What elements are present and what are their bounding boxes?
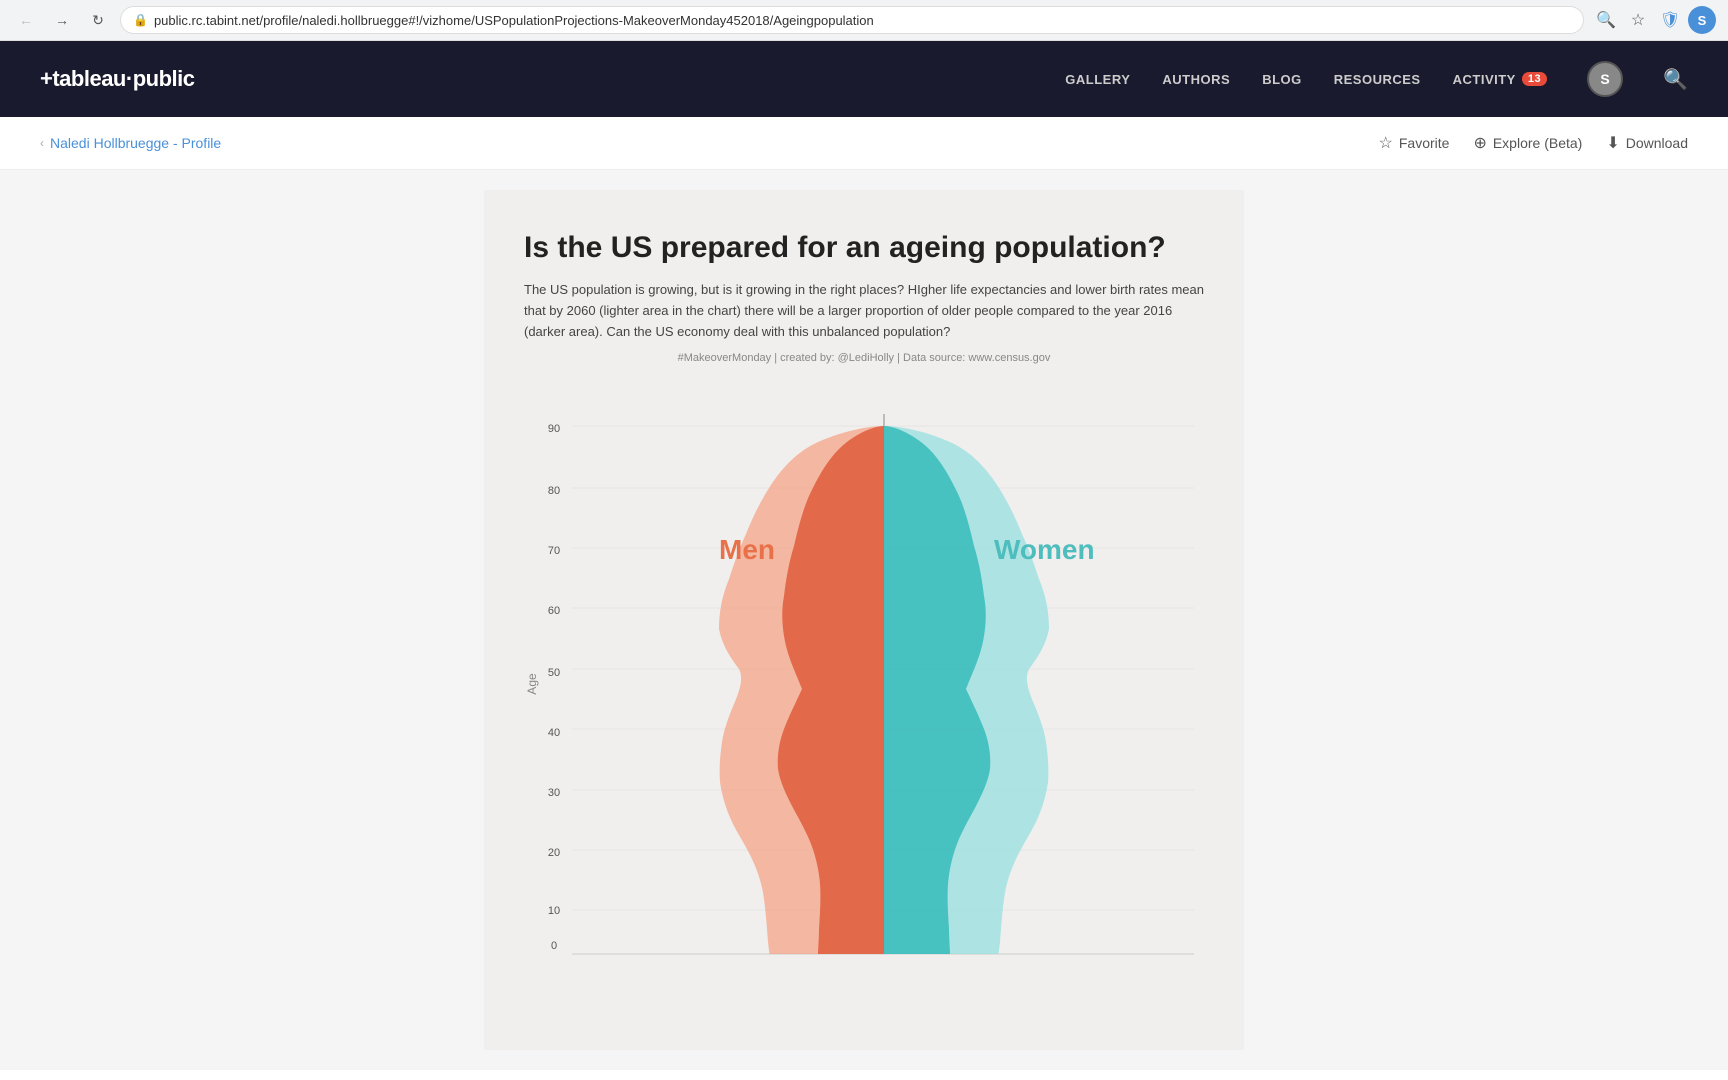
chart-area: 90 80 70 60 50 40 30 20 10 0 Age: [524, 384, 1224, 964]
logo-text: +tableau·public: [40, 66, 194, 92]
browser-toolbar: ← → ↻ 🔒 public.rc.tabint.net/profile/nal…: [0, 0, 1728, 40]
breadcrumb: ‹ Naledi Hollbruegge - Profile: [40, 135, 221, 151]
tableau-logo[interactable]: +tableau·public: [40, 66, 194, 92]
explore-label: Explore (Beta): [1493, 135, 1582, 151]
age-tick-70: 70: [548, 545, 560, 557]
age-tick-30: 30: [548, 787, 560, 799]
population-pyramid-chart: 90 80 70 60 50 40 30 20 10 0 Age: [524, 384, 1224, 964]
viz-container: Is the US prepared for an ageing populat…: [484, 190, 1244, 1050]
star-icon: ☆: [1379, 133, 1393, 153]
search-browser-button[interactable]: 🔍: [1592, 6, 1620, 34]
activity-badge: 13: [1522, 72, 1547, 86]
viz-title: Is the US prepared for an ageing populat…: [524, 230, 1204, 266]
nav-activity[interactable]: ACTIVITY 13: [1453, 72, 1547, 87]
explore-button[interactable]: ⊕ Explore (Beta): [1473, 133, 1582, 153]
download-button[interactable]: ⬇ Download: [1606, 133, 1688, 153]
reload-button[interactable]: ↻: [84, 6, 112, 34]
age-tick-20: 20: [548, 847, 560, 859]
activity-label: ACTIVITY: [1453, 72, 1516, 87]
breadcrumb-link[interactable]: Naledi Hollbruegge - Profile: [50, 135, 221, 151]
women-label: Women: [994, 534, 1095, 565]
age-tick-40: 40: [548, 727, 560, 739]
main-content: Is the US prepared for an ageing populat…: [0, 170, 1728, 1070]
age-tick-60: 60: [548, 605, 560, 617]
bookmark-button[interactable]: ☆: [1624, 6, 1652, 34]
main-nav: GALLERY AUTHORS BLOG RESOURCES ACTIVITY …: [1065, 61, 1688, 97]
favorite-button[interactable]: ☆ Favorite: [1379, 133, 1450, 153]
breadcrumb-chevron-icon: ‹: [40, 136, 44, 150]
shield-icon[interactable]: 🛡: [1656, 6, 1684, 34]
sub-header-actions: ☆ Favorite ⊕ Explore (Beta) ⬇ Download: [1379, 133, 1688, 153]
download-icon: ⬇: [1606, 133, 1619, 153]
browser-chrome: ← → ↻ 🔒 public.rc.tabint.net/profile/nal…: [0, 0, 1728, 41]
viz-description: The US population is growing, but is it …: [524, 280, 1204, 342]
profile-browser-button[interactable]: S: [1688, 6, 1716, 34]
lock-icon: 🔒: [133, 13, 148, 27]
back-button[interactable]: ←: [12, 6, 40, 34]
browser-toolbar-icons: 🔍 ☆ 🛡 S: [1592, 6, 1716, 34]
tableau-header: +tableau·public GALLERY AUTHORS BLOG RES…: [0, 41, 1728, 117]
age-tick-90: 90: [548, 423, 560, 435]
forward-button[interactable]: →: [48, 6, 76, 34]
nav-resources[interactable]: RESOURCES: [1334, 72, 1421, 87]
viz-credit: #MakeoverMonday | created by: @LediHolly…: [524, 352, 1204, 364]
user-avatar[interactable]: S: [1587, 61, 1623, 97]
nav-gallery[interactable]: GALLERY: [1065, 72, 1130, 87]
age-axis-label: Age: [525, 673, 539, 695]
nav-authors[interactable]: AUTHORS: [1162, 72, 1230, 87]
age-tick-10: 10: [548, 905, 560, 917]
address-bar[interactable]: 🔒 public.rc.tabint.net/profile/naledi.ho…: [120, 6, 1584, 34]
sub-header: ‹ Naledi Hollbruegge - Profile ☆ Favorit…: [0, 117, 1728, 170]
age-tick-0: 0: [551, 940, 557, 952]
explore-icon: ⊕: [1473, 133, 1486, 153]
age-tick-50: 50: [548, 667, 560, 679]
age-tick-80: 80: [548, 485, 560, 497]
download-label: Download: [1626, 135, 1688, 151]
favorite-label: Favorite: [1399, 135, 1450, 151]
url-text: public.rc.tabint.net/profile/naledi.holl…: [154, 13, 1571, 28]
nav-blog[interactable]: BLOG: [1262, 72, 1302, 87]
search-icon[interactable]: 🔍: [1663, 67, 1688, 92]
men-label: Men: [719, 534, 775, 565]
